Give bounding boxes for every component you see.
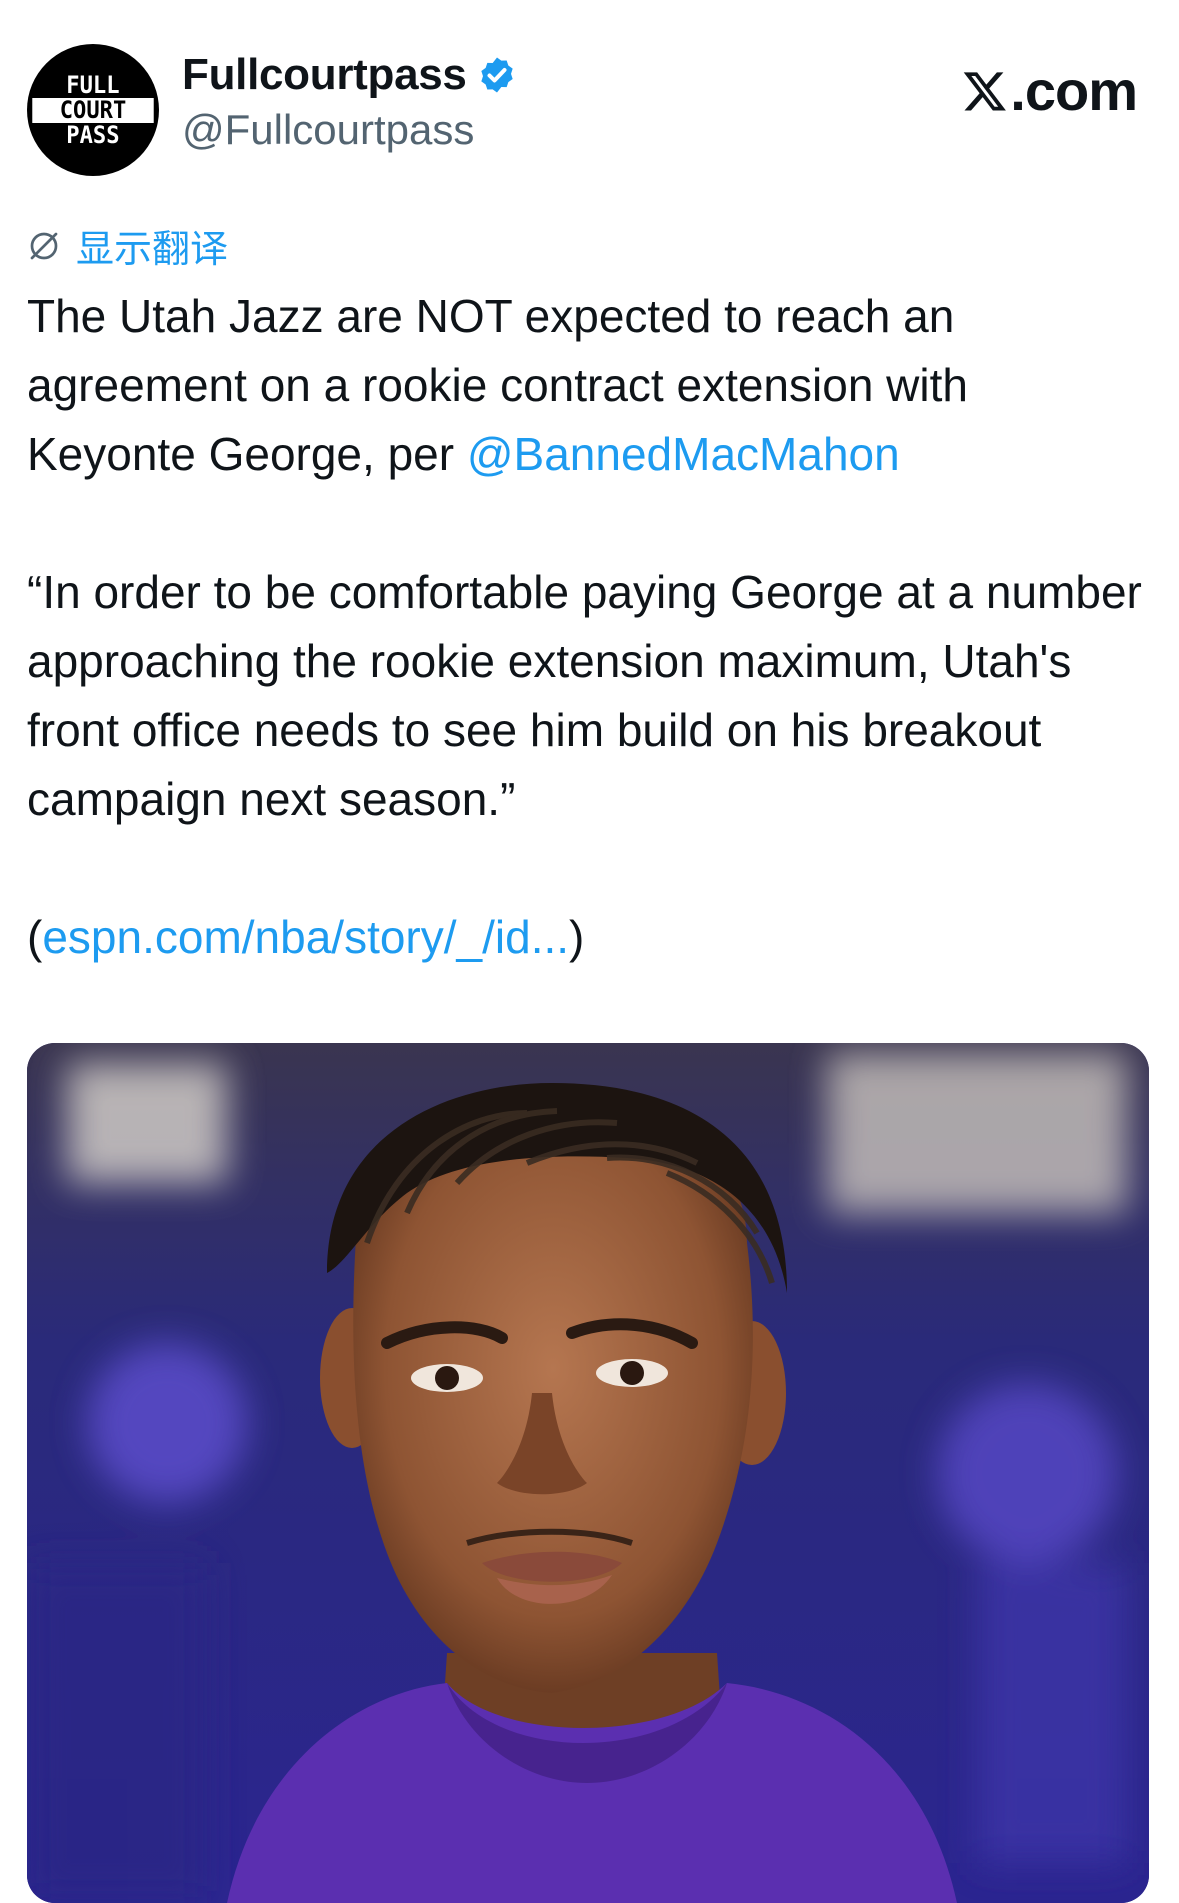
mention-link[interactable]: @BannedMacMahon <box>467 428 900 480</box>
espn-link[interactable]: espn.com/nba/story/_/id... <box>42 911 569 963</box>
tweet-header: FULL COURT PASS Fullcourtpass @Fullcourt… <box>27 44 1157 180</box>
x-logo-icon <box>964 71 1007 111</box>
show-translation-label[interactable]: 显示翻译 <box>76 218 228 273</box>
display-name-row[interactable]: Fullcourtpass <box>182 50 517 100</box>
tweet-quote: “In order to be comfortable paying Georg… <box>27 566 1142 825</box>
tweet-photo[interactable] <box>27 1043 1149 1903</box>
tweet-paragraph-1: The Utah Jazz are NOT expected to reach … <box>27 282 1147 489</box>
avatar-line-1: FULL <box>66 70 120 99</box>
x-brand-logo: .com <box>962 58 1138 123</box>
display-name[interactable]: Fullcourtpass <box>182 50 467 100</box>
avatar[interactable]: FULL COURT PASS <box>27 44 159 176</box>
avatar-line-3: PASS <box>66 120 120 149</box>
paren-close: ) <box>569 911 585 963</box>
verified-badge-icon <box>480 57 513 93</box>
player-photo <box>27 1043 1149 1903</box>
tweet-body: The Utah Jazz are NOT expected to reach … <box>27 282 1147 972</box>
translate-icon <box>30 232 58 259</box>
brand-text: .com <box>1010 59 1138 122</box>
avatar-line-2: COURT <box>32 97 154 123</box>
tweet-link-line: (espn.com/nba/story/_/id...) <box>27 903 1147 972</box>
user-handle[interactable]: @Fullcourtpass <box>182 106 474 154</box>
paren-open: ( <box>27 911 43 963</box>
show-translation-button[interactable]: 显示翻译 <box>26 218 228 273</box>
